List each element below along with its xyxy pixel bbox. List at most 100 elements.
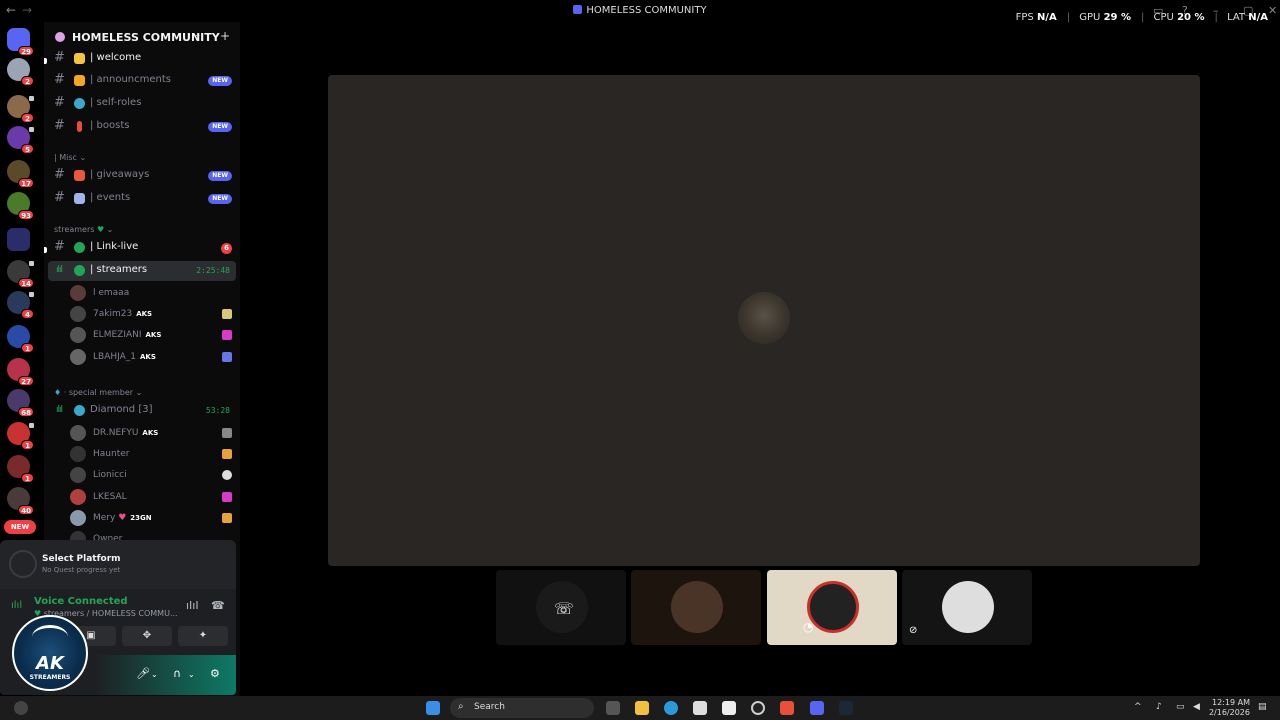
channel-giveaways[interactable]: # | giveaways NEW bbox=[48, 166, 236, 186]
noise-suppression-icon[interactable]: ıIıI bbox=[186, 599, 199, 612]
search-label: Search bbox=[474, 702, 505, 712]
guild-badge: 5 bbox=[21, 144, 34, 154]
new-unreads-pill[interactable]: NEW bbox=[4, 520, 36, 534]
voice-user[interactable]: Haunter bbox=[70, 445, 236, 465]
headphones-icon[interactable]: ∩ bbox=[173, 667, 181, 680]
system-clock[interactable]: 12:19 AM 2/16/2026 bbox=[1209, 698, 1250, 718]
mic-options-chevron-icon[interactable]: ⌄ bbox=[151, 670, 158, 679]
microphone-icon[interactable]: 🎤︎ bbox=[136, 667, 150, 680]
channel-self-roles[interactable]: # | self-roles bbox=[48, 94, 236, 114]
phone-icon: ☏ bbox=[554, 599, 575, 618]
voice-user[interactable]: ELMEZIANI AKS bbox=[70, 326, 236, 346]
start-windows-icon[interactable] bbox=[426, 701, 440, 715]
guild-icon[interactable]: 2 bbox=[7, 95, 34, 123]
close-icon[interactable]: ✕ bbox=[1268, 4, 1277, 17]
audio-options-chevron-icon[interactable]: ⌄ bbox=[188, 670, 195, 679]
quest-title: Select Platform bbox=[42, 554, 121, 564]
discord-icon[interactable] bbox=[810, 701, 824, 715]
voice-channel-streamers[interactable]: ılıl | streamers 2:25:48 bbox=[48, 261, 236, 281]
microphone-tray-icon[interactable]: ♪ bbox=[1156, 702, 1162, 712]
brave-browser-icon[interactable] bbox=[780, 701, 794, 715]
edge-browser-icon[interactable] bbox=[664, 701, 678, 715]
settings-gear-icon[interactable]: ⚙ bbox=[210, 667, 220, 680]
voice-user[interactable]: Mery ♥ 23GN bbox=[70, 509, 236, 529]
hash-icon: # bbox=[54, 239, 65, 254]
voice-stage[interactable] bbox=[328, 75, 1200, 566]
hash-icon: # bbox=[54, 95, 65, 110]
notifications-icon[interactable]: ▤ bbox=[1258, 702, 1267, 712]
guild-icon[interactable]: 2 bbox=[7, 58, 34, 86]
user-name: Mery ♥ 23GN bbox=[93, 513, 152, 523]
guild-icon[interactable]: 68 bbox=[7, 389, 34, 417]
channel-link-live[interactable]: # | Link-live 6 bbox=[48, 238, 236, 258]
channel-events[interactable]: # | events NEW bbox=[48, 189, 236, 209]
effects-button[interactable]: ✦ bbox=[178, 626, 228, 646]
guild-icon[interactable]: 4 bbox=[7, 291, 34, 319]
disconnect-icon[interactable]: ☎ bbox=[211, 599, 225, 612]
show-hidden-icons-icon[interactable]: ^ bbox=[1134, 702, 1142, 712]
guild-icon[interactable]: 5 bbox=[7, 126, 34, 154]
channel-name: | boosts bbox=[90, 120, 130, 131]
guild-icon[interactable]: 93 bbox=[7, 192, 34, 220]
folder-icon[interactable] bbox=[7, 228, 30, 251]
home-dm-icon[interactable]: 29 bbox=[7, 28, 34, 56]
channel-welcome[interactable]: # | welcome bbox=[48, 49, 236, 69]
guild-icon[interactable]: 14 bbox=[7, 260, 34, 288]
participant-tile[interactable]: ☏ bbox=[496, 570, 626, 645]
signal-icon[interactable]: ılıl bbox=[11, 600, 22, 611]
notepad-icon[interactable] bbox=[722, 701, 736, 715]
voice-user[interactable]: l emaaa bbox=[70, 284, 236, 304]
new-badge: NEW bbox=[208, 171, 232, 181]
user-avatar-logo[interactable]: AK STREAMERS bbox=[12, 615, 88, 691]
voice-user[interactable]: DR.NEFYU AKS bbox=[70, 424, 236, 444]
taskbar-search[interactable]: ⌕ Search bbox=[450, 698, 594, 718]
widgets-icon[interactable] bbox=[14, 701, 28, 715]
avatar bbox=[70, 306, 86, 322]
task-view-icon[interactable] bbox=[606, 701, 620, 715]
voice-channel-diamond[interactable]: ılıl Diamond [3] 53:28 bbox=[48, 401, 236, 421]
category-misc[interactable]: | Misc ⌄ bbox=[54, 153, 86, 162]
activity-icon bbox=[222, 449, 232, 459]
participant-tile[interactable]: ⊘ bbox=[902, 570, 1032, 645]
guild-icon[interactable]: 1 bbox=[7, 325, 34, 353]
voice-user[interactable]: Lionicci bbox=[70, 466, 236, 486]
activities-button[interactable]: ✥ bbox=[122, 626, 172, 646]
participant-tile[interactable]: ◔ bbox=[767, 570, 897, 645]
category-special-member[interactable]: ♦ · special member ⌄ bbox=[54, 388, 142, 397]
eagle-wing-icon bbox=[32, 625, 68, 649]
store-icon[interactable] bbox=[693, 701, 707, 715]
new-badge: NEW bbox=[208, 122, 232, 132]
avatar bbox=[671, 581, 723, 633]
voice-user[interactable]: 7akim23 AKS bbox=[70, 305, 236, 325]
server-header[interactable]: HOMELESS COMMUNITY ⌄ + bbox=[44, 22, 240, 52]
logo-text: AK bbox=[36, 653, 64, 674]
user-name-text: ELMEZIANI bbox=[93, 330, 142, 340]
guild-icon[interactable]: 40 bbox=[7, 487, 34, 515]
channel-boosts[interactable]: # | boosts NEW bbox=[48, 117, 236, 137]
network-icon[interactable]: ▭ bbox=[1176, 702, 1185, 712]
guild-badge: 2 bbox=[21, 76, 34, 86]
participant-tile[interactable] bbox=[631, 570, 761, 645]
hash-icon: # bbox=[54, 118, 65, 133]
category-label: special member bbox=[68, 388, 134, 397]
category-streamers[interactable]: streamers ♥ ⌄ bbox=[54, 225, 113, 234]
quest-panel[interactable]: Select Platform No Quest progress yet bbox=[0, 540, 236, 589]
lat-value: N/A bbox=[1248, 12, 1268, 23]
guild-badge: 17 bbox=[18, 178, 34, 188]
voice-user[interactable]: LBAHJA_1 AKS bbox=[70, 348, 236, 368]
invite-people-icon[interactable]: + bbox=[220, 29, 230, 43]
voice-status[interactable]: Voice Connected bbox=[34, 596, 128, 607]
app-icon[interactable] bbox=[751, 701, 765, 715]
guild-badge: 93 bbox=[18, 210, 34, 220]
guild-icon[interactable]: 17 bbox=[7, 160, 34, 188]
file-explorer-icon[interactable] bbox=[635, 701, 649, 715]
guild-icon[interactable]: 1 bbox=[7, 422, 34, 450]
steam-icon[interactable] bbox=[839, 701, 853, 715]
volume-icon[interactable]: ◀ bbox=[1193, 702, 1200, 712]
guild-icon[interactable]: 1 bbox=[7, 455, 34, 483]
speaker-avatar[interactable] bbox=[738, 292, 790, 344]
user-name: LBAHJA_1 AKS bbox=[93, 352, 156, 362]
voice-user[interactable]: LKESAL bbox=[70, 488, 236, 508]
guild-icon[interactable]: 27 bbox=[7, 358, 34, 386]
channel-announcments[interactable]: # | announcments NEW bbox=[48, 71, 236, 91]
